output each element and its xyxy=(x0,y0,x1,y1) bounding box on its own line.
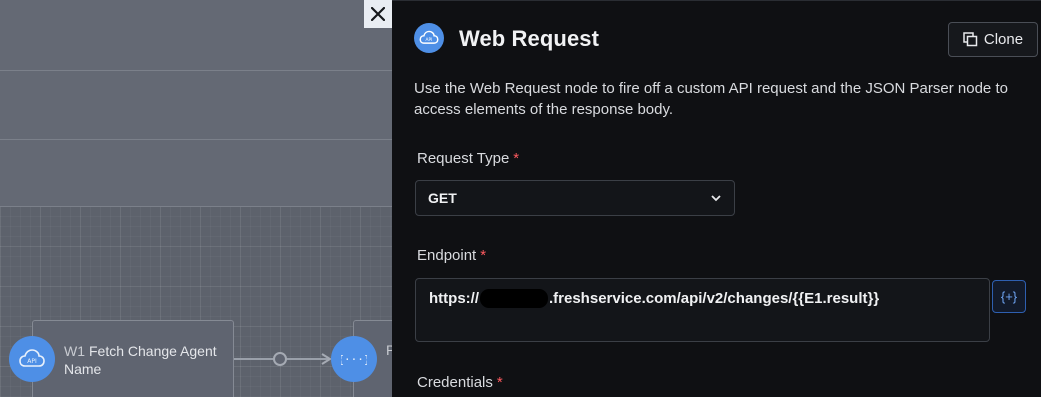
workflow-canvas[interactable]: API W1Fetch Change Agent Name {···} P xyxy=(0,0,392,397)
clone-label: Clone xyxy=(983,31,1024,48)
close-panel-button[interactable] xyxy=(364,0,392,28)
lane-divider xyxy=(0,139,392,140)
close-icon xyxy=(371,7,385,21)
clone-button[interactable]: Clone xyxy=(948,22,1038,57)
copy-icon xyxy=(963,32,978,47)
lane-divider xyxy=(0,70,392,71)
endpoint-label: Endpoint * xyxy=(417,247,486,264)
endpoint-prefix: https:// xyxy=(429,290,479,307)
lane-divider xyxy=(0,206,392,207)
panel-title: Web Request xyxy=(459,26,600,51)
endpoint-input[interactable]: https:// .freshservice.com/api/v2/changes… xyxy=(415,278,990,342)
node-title: Fetch Change Agent Name xyxy=(64,343,217,377)
connector-dot[interactable] xyxy=(273,352,287,366)
api-cloud-icon: API xyxy=(414,23,444,53)
json-parser-icon: {···} xyxy=(331,336,377,382)
svg-text:API: API xyxy=(426,37,433,43)
required-mark: * xyxy=(513,150,520,167)
chevron-down-icon xyxy=(711,195,721,202)
node-id: W1 xyxy=(64,343,85,359)
panel-description: Use the Web Request node to fire off a c… xyxy=(414,80,1008,118)
redaction-mark xyxy=(480,289,548,308)
field-label-text: Endpoint xyxy=(417,247,477,264)
insert-variable-label: {+} xyxy=(1000,289,1018,304)
node-config-panel: API Web Request Clone Use the Web Reques… xyxy=(392,0,1041,397)
svg-text:API: API xyxy=(27,358,37,365)
required-mark: * xyxy=(480,247,487,264)
insert-variable-button[interactable]: {+} xyxy=(992,280,1026,313)
request-type-value: GET xyxy=(428,190,457,206)
credentials-label: Credentials * xyxy=(417,374,503,391)
endpoint-suffix: .freshservice.com/api/v2/changes/{{E1.re… xyxy=(549,290,880,307)
field-label-text: Credentials xyxy=(417,374,493,391)
request-type-label: Request Type * xyxy=(417,150,519,167)
node-label: W1 Fetch Change Agent Name xyxy=(64,342,232,378)
request-type-select[interactable]: GET xyxy=(415,180,735,216)
api-cloud-icon: API xyxy=(9,336,55,382)
required-mark: * xyxy=(496,374,503,391)
svg-text:{···}: {···} xyxy=(341,353,367,366)
field-label-text: Request Type xyxy=(417,150,510,167)
